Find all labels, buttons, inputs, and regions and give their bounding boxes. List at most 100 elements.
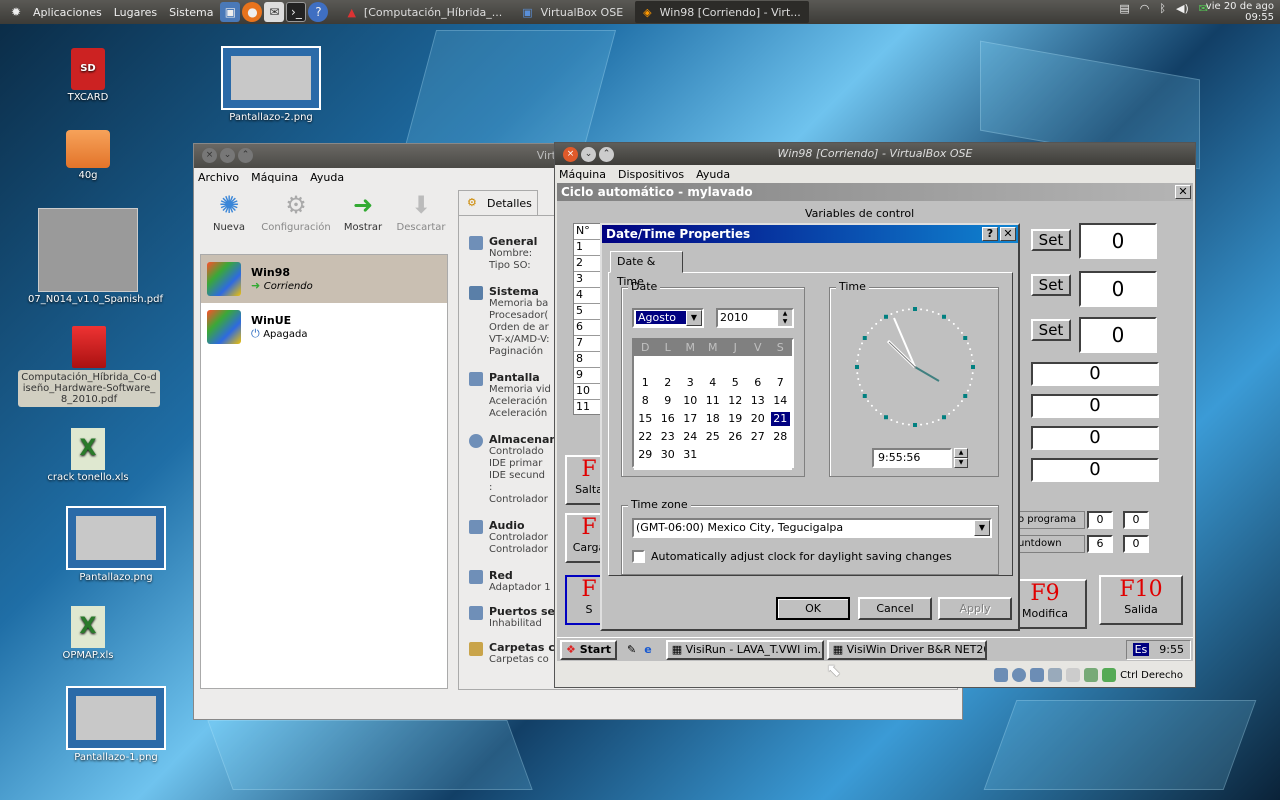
menu-maquina[interactable]: Máquina (559, 168, 606, 181)
calendar-day[interactable]: 4 (702, 374, 725, 392)
desktop-icon-pantallazo[interactable]: Pantallazo.png (56, 506, 176, 583)
desktop-icon-crack-tonello[interactable]: X crack tonello.xls (28, 428, 148, 483)
set-button-2[interactable]: Set (1031, 274, 1071, 296)
show-button[interactable]: ➜ Mostrar (334, 186, 392, 244)
calendar-day[interactable]: 9 (657, 392, 680, 410)
menu-ayuda[interactable]: Ayuda (310, 171, 344, 184)
new-button[interactable]: ✺ Nueva (200, 186, 258, 244)
volume-icon[interactable]: ◀) (1176, 2, 1189, 15)
calendar-day[interactable]: 2 (657, 374, 680, 392)
menu-archivo[interactable]: Archivo (198, 171, 239, 184)
calendar-day[interactable]: 6 (747, 374, 770, 392)
desktop-icon-txcard[interactable]: SD TXCARD (28, 48, 148, 103)
taskbar-win98-window[interactable]: ◈ Win98 [Corriendo] - Virt... (635, 1, 809, 23)
desktop-icon-40g[interactable]: 40g (28, 130, 148, 181)
calendar-day[interactable]: 1 (634, 374, 657, 392)
spin-up-icon[interactable]: ▲ (954, 448, 968, 458)
cancel-button[interactable]: Cancel (858, 597, 932, 620)
tab-date-time[interactable]: Date & Time (610, 251, 683, 288)
calendar-day[interactable]: 13 (747, 392, 770, 410)
calendar-day[interactable]: 16 (657, 410, 680, 428)
dialog-titlebar[interactable]: Date/Time Properties ? ✕ (602, 225, 1018, 243)
chevron-down-icon[interactable]: ▼ (974, 520, 990, 536)
calendar-day[interactable]: 18 (702, 410, 725, 428)
calendar-day[interactable]: 26 (724, 428, 747, 446)
bluetooth-icon[interactable]: ᛒ (1159, 2, 1166, 15)
taskbar-pdf-window[interactable]: ▲ [Computación_Híbrida_... (339, 1, 510, 23)
language-indicator[interactable]: Es (1132, 643, 1150, 656)
calendar-day[interactable]: 25 (702, 428, 725, 446)
calendar-day[interactable]: 29 (634, 446, 657, 464)
discard-button[interactable]: ⬇ Descartar (392, 186, 450, 244)
desktop-icon-opmap[interactable]: X OPMAP.xls (28, 606, 148, 661)
close-icon[interactable]: ✕ (1000, 227, 1016, 241)
guest-clock[interactable]: 9:55 (1159, 643, 1184, 656)
firefox-icon[interactable]: ● (242, 2, 263, 22)
maximize-icon[interactable]: ⌃ (238, 148, 253, 163)
spin-up-icon[interactable]: ▲ (778, 310, 792, 318)
help-icon[interactable]: ? (982, 227, 998, 241)
calendar-day[interactable]: 23 (657, 428, 680, 446)
apply-button[interactable]: Apply (938, 597, 1012, 620)
set-button-1[interactable]: Set (1031, 229, 1071, 251)
calendar-day[interactable]: 30 (657, 446, 680, 464)
guest-task-visiwin[interactable]: ▦ VisiWin Driver B&R NET20... (826, 639, 987, 660)
panel-clock[interactable]: vie 20 de ago 09:55 (1206, 1, 1274, 23)
close-icon[interactable]: × (563, 147, 578, 162)
maximize-icon[interactable]: ⌃ (599, 147, 614, 162)
hdd-icon[interactable] (994, 668, 1009, 682)
spin-down-icon[interactable]: ▼ (954, 458, 968, 468)
settings-button[interactable]: ⚙ Configuración (258, 186, 334, 244)
menu-maquina[interactable]: Máquina (251, 171, 298, 184)
calendar-day[interactable]: 15 (634, 410, 657, 428)
ubuntu-logo-icon[interactable]: ✹ (6, 2, 26, 22)
calendar-day[interactable]: 5 (724, 374, 747, 392)
desktop-icon-computacion-pdf[interactable]: Computación_Híbrida_Co-diseño_Hardware-S… (18, 326, 160, 407)
desktop-icon-pantallazo-1[interactable]: Pantallazo-1.png (56, 686, 176, 763)
year-spinner[interactable]: 2010 ▲ ▼ (716, 308, 794, 328)
start-button[interactable]: ❖ Start (560, 639, 618, 660)
vm-item-winue[interactable]: WinUE ⏻ Apagada (201, 303, 447, 351)
close-icon[interactable]: ✕ (1175, 185, 1191, 199)
terminal-icon[interactable]: ›_ (286, 2, 307, 22)
shared-folder-icon[interactable] (1048, 668, 1063, 682)
guest-task-visirun[interactable]: ▦ VisiRun - LAVA_T.VWI im... (665, 639, 824, 660)
display-icon[interactable] (1066, 668, 1081, 682)
dst-checkbox[interactable] (632, 550, 645, 563)
ie-icon[interactable]: e (644, 643, 651, 656)
calendar-day[interactable]: 31 (679, 446, 702, 464)
f10-exit-button[interactable]: F10 Salida (1099, 575, 1183, 625)
calendar-day[interactable]: 20 (747, 410, 770, 428)
menu-sistema[interactable]: Sistema (163, 6, 219, 19)
window-titlebar[interactable]: × ⌄ ⌃ Win98 [Corriendo] - VirtualBox OSE (555, 143, 1195, 165)
calendar-day[interactable]: 21 (771, 412, 790, 426)
menu-dispositivos[interactable]: Dispositivos (618, 168, 684, 181)
mouse-integration-icon[interactable] (1084, 668, 1099, 682)
set-button-3[interactable]: Set (1031, 319, 1071, 341)
desktop-icon-pantallazo-2[interactable]: Pantallazo-2.png (211, 46, 331, 123)
wifi-icon[interactable]: ◠ (1140, 2, 1150, 15)
mail-icon[interactable]: ✉ (264, 2, 285, 22)
calendar-day[interactable]: 17 (679, 410, 702, 428)
minimize-icon[interactable]: ⌄ (581, 147, 596, 162)
timezone-select[interactable]: (GMT-06:00) Mexico City, Tegucigalpa ▼ (632, 518, 992, 538)
tab-details[interactable]: ⚙ Detalles (458, 190, 538, 216)
calendar-day[interactable]: 19 (724, 410, 747, 428)
calendar-day[interactable]: 14 (769, 392, 792, 410)
calendar-day[interactable]: 12 (724, 392, 747, 410)
desktop-icon-07-n014[interactable]: 07_N014_v1.0_Spanish.pdf (28, 208, 163, 305)
calendar-day[interactable]: 24 (679, 428, 702, 446)
network-monitor-icon[interactable]: ▤ (1119, 2, 1129, 15)
minimize-icon[interactable]: ⌄ (220, 148, 235, 163)
calendar-day[interactable]: 22 (634, 428, 657, 446)
ok-button[interactable]: OK (776, 597, 850, 620)
menu-lugares[interactable]: Lugares (108, 6, 163, 19)
chevron-down-icon[interactable]: ▼ (686, 310, 702, 326)
spin-down-icon[interactable]: ▼ (778, 318, 792, 326)
network-icon[interactable] (1030, 668, 1045, 682)
calendar-day[interactable]: 3 (679, 374, 702, 392)
vm-item-win98[interactable]: Win98 ➜ Corriendo (201, 255, 447, 303)
menu-aplicaciones[interactable]: Aplicaciones (27, 6, 108, 19)
close-icon[interactable]: × (202, 148, 217, 163)
guest-app-titlebar[interactable]: Ciclo automático - mylavado ✕ (557, 183, 1193, 201)
